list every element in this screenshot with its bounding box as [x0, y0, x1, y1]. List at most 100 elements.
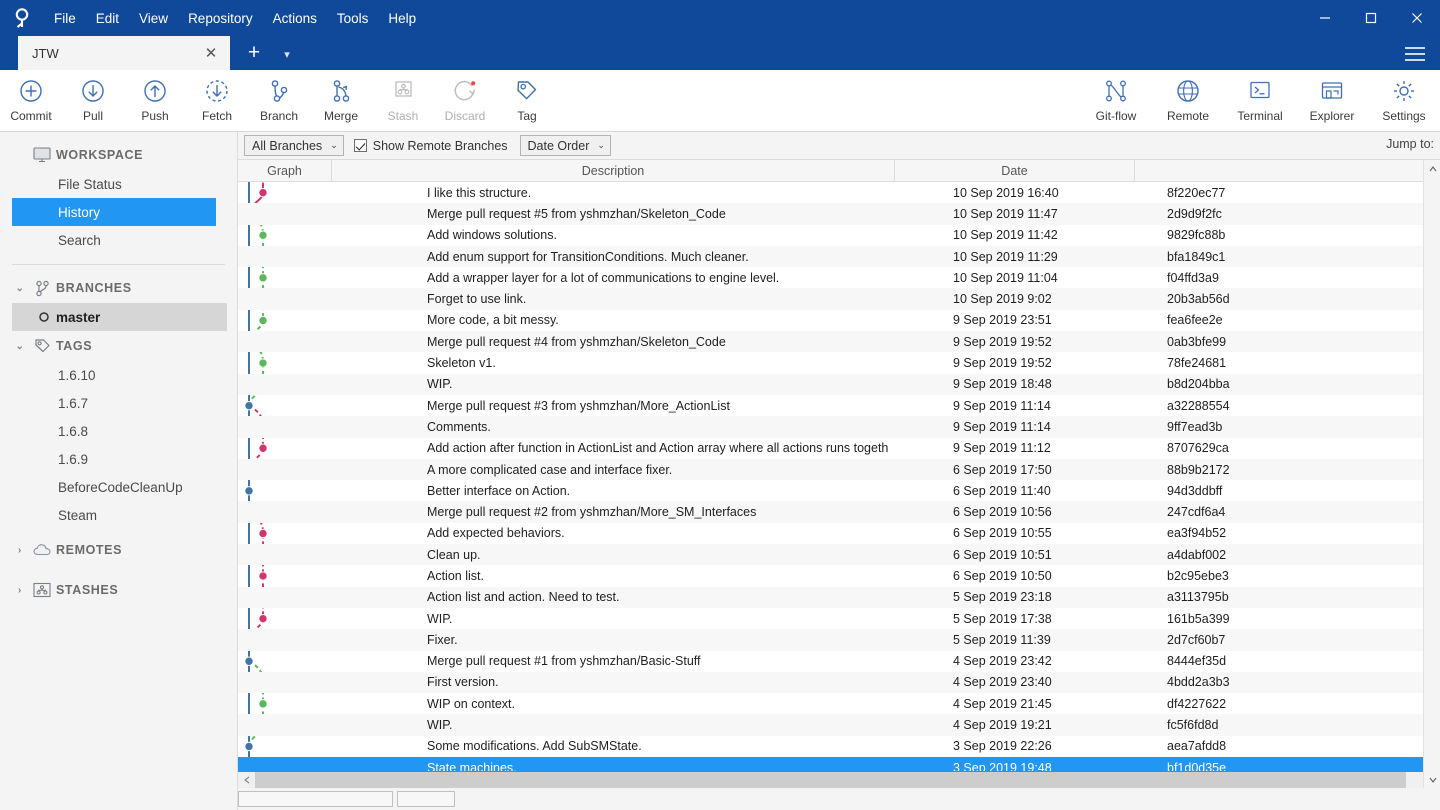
horizontal-scrollbar[interactable] [238, 771, 1423, 789]
table-row[interactable]: Merge pull request #4 from yshmzhan/Skel… [238, 331, 1423, 353]
sidebar-tag-item[interactable]: 1.6.7 [0, 389, 237, 417]
menu-actions[interactable]: Actions [263, 0, 327, 36]
toolbar-button-commit[interactable]: Commit [0, 70, 62, 130]
commit-date: 4 Sep 2019 19:21 [953, 718, 1052, 733]
table-row[interactable]: Add enum support for TransitionCondition… [238, 245, 1423, 268]
table-row[interactable]: More code, a bit messy. 9 Sep 2019 23:51 f… [238, 310, 1423, 331]
commit-graph-cell [238, 416, 332, 437]
toolbar-button-fetch[interactable]: Fetch [186, 70, 248, 130]
sidebar-item-file-status[interactable]: File Status [0, 170, 237, 198]
branch-filter-dropdown[interactable]: All Branches ⌄ [244, 135, 344, 156]
toolbar-button-terminal[interactable]: Terminal [1224, 70, 1296, 130]
vertical-scrollbar[interactable] [1423, 160, 1440, 788]
menu-edit[interactable]: Edit [86, 0, 129, 36]
chevron-right-icon[interactable]: › [12, 585, 28, 596]
table-row[interactable]: Merge pull request #3 from yshmzhan/More… [238, 395, 1423, 416]
commit-hash: 9ff7ead3b [1167, 419, 1223, 434]
sidebar-item-history[interactable]: History [12, 198, 216, 226]
show-remote-branches-checkbox[interactable]: Show Remote Branches [353, 139, 508, 153]
toolbar-button-git-flow[interactable]: Git-flow [1080, 70, 1152, 130]
sidebar-branch-master[interactable]: master [12, 303, 227, 331]
table-row[interactable]: First version. 4 Sep 2019 23:40 4bdd2a3b3 [238, 671, 1423, 694]
chevron-down-icon[interactable]: ⌄ [12, 283, 28, 294]
table-row[interactable]: Add windows solutions. 10 Sep 2019 11:42 9… [238, 225, 1423, 246]
maximize-button[interactable] [1348, 0, 1394, 36]
commit-date: 10 Sep 2019 9:02 [953, 292, 1052, 307]
scroll-up-arrow-icon[interactable] [1424, 160, 1440, 177]
table-row[interactable]: WIP. 5 Sep 2019 17:38 161b5a399 [238, 608, 1423, 629]
chevron-down-icon: ⌄ [597, 140, 605, 150]
sidebar-section-remotes[interactable]: › REMOTES [0, 535, 237, 565]
tab-jtw[interactable]: JTW ✕ [18, 36, 230, 70]
table-row[interactable]: I like this structure. 10 Sep 2019 16:40 8… [238, 182, 1423, 203]
sidebar-section-branches[interactable]: ⌄ BRANCHES [0, 273, 237, 303]
toolbar-button-merge[interactable]: Merge [310, 70, 372, 130]
scroll-down-arrow-icon[interactable] [1424, 771, 1440, 788]
column-header-date[interactable]: Date [895, 160, 1135, 182]
chevron-down-icon[interactable]: ⌄ [12, 341, 28, 352]
new-tab-button[interactable]: + [243, 42, 265, 65]
sidebar-tag-item[interactable]: Steam [0, 501, 237, 529]
tab-dropdown-icon[interactable]: ▾ [278, 48, 296, 62]
table-row[interactable]: Add action after function in ActionList … [238, 438, 1423, 459]
close-button[interactable] [1394, 0, 1440, 36]
toolbar-button-branch[interactable]: Branch [248, 70, 310, 130]
toolbar-button-remote[interactable]: Remote [1152, 70, 1224, 130]
bottom-panel-left[interactable] [238, 791, 393, 807]
toolbar-button-tag[interactable]: Tag [496, 70, 558, 130]
table-row[interactable]: Action list. 6 Sep 2019 10:50 b2c95ebe3 [238, 565, 1423, 586]
table-row[interactable]: Forget to use link. 10 Sep 2019 9:02 20b3a… [238, 288, 1423, 310]
sidebar-section-workspace[interactable]: WORKSPACE [0, 140, 237, 170]
table-row[interactable]: WIP. 9 Sep 2019 18:48 b8d204bba [238, 373, 1423, 395]
table-row[interactable]: Merge pull request #5 from yshmzhan/Skel… [238, 203, 1423, 225]
table-row[interactable]: Action list and action. Need to test. 5 S… [238, 586, 1423, 608]
bottom-panel-right[interactable] [397, 791, 455, 807]
table-row[interactable]: Some modifications. Add SubSMState. 3 Sep… [238, 736, 1423, 757]
column-header-graph[interactable]: Graph [238, 160, 332, 182]
table-row[interactable]: Better interface on Action. 6 Sep 2019 11… [238, 480, 1423, 501]
table-row[interactable]: Fixer. 5 Sep 2019 11:39 2d7cf60b7 [238, 629, 1423, 651]
menu-repository[interactable]: Repository [178, 0, 263, 36]
table-row[interactable]: Comments. 9 Sep 2019 11:14 9ff7ead3b [238, 416, 1423, 438]
table-row[interactable]: Skeleton v1. 9 Sep 2019 19:52 78fe24681 [238, 352, 1423, 373]
sidebar-tag-item[interactable]: 1.6.9 [0, 445, 237, 473]
menu-help[interactable]: Help [378, 0, 426, 36]
commit-graph-cell [238, 182, 332, 203]
table-row[interactable]: Add expected behaviors. 6 Sep 2019 10:55 e… [238, 523, 1423, 544]
hamburger-menu-icon[interactable] [1402, 44, 1428, 64]
column-header-hash[interactable] [1135, 160, 1440, 182]
globe-icon [1175, 76, 1201, 106]
toolbar-button-explorer[interactable]: Explorer [1296, 70, 1368, 130]
chevron-right-icon[interactable]: › [12, 545, 28, 556]
commit-graph-cell [238, 672, 332, 693]
tab-close-icon[interactable]: ✕ [202, 44, 220, 62]
sidebar-section-tags[interactable]: ⌄ TAGS [0, 331, 237, 361]
sidebar-tag-item[interactable]: 1.6.8 [0, 417, 237, 445]
table-row[interactable]: Merge pull request #1 from yshmzhan/Basi… [238, 651, 1423, 672]
table-row[interactable]: A more complicated case and interface fi… [238, 458, 1423, 481]
menu-tools[interactable]: Tools [327, 0, 379, 36]
commit-date: 5 Sep 2019 17:38 [953, 611, 1052, 626]
table-row[interactable]: Merge pull request #2 from yshmzhan/More… [238, 501, 1423, 523]
table-row[interactable]: WIP. 4 Sep 2019 19:21 fc5f6fd8d [238, 714, 1423, 736]
table-row[interactable]: Add a wrapper layer for a lot of communi… [238, 267, 1423, 288]
toolbar-button-pull[interactable]: Pull [62, 70, 124, 130]
menu-file[interactable]: File [44, 0, 86, 36]
commit-hash: ea3f94b52 [1167, 526, 1227, 541]
commit-plus-circle-icon [18, 76, 44, 106]
sidebar-tag-item[interactable]: BeforeCodeCleanUp [0, 473, 237, 501]
sidebar-item-search[interactable]: Search [0, 226, 237, 254]
sidebar-section-stashes[interactable]: › STASHES [0, 575, 237, 605]
order-dropdown[interactable]: Date Order ⌄ [519, 135, 611, 156]
commit-hash: 88b9b2172 [1167, 462, 1230, 477]
sidebar-tag-item[interactable]: 1.6.10 [0, 361, 237, 389]
toolbar-button-push[interactable]: Push [124, 70, 186, 130]
toolbar-button-settings[interactable]: Settings [1368, 70, 1440, 130]
table-row[interactable]: Clean up. 6 Sep 2019 10:51 a4dabf002 [238, 544, 1423, 566]
menu-view[interactable]: View [129, 0, 178, 36]
minimize-button[interactable] [1302, 0, 1348, 36]
column-header-description[interactable]: Description [332, 160, 895, 182]
scroll-left-arrow-icon[interactable] [238, 772, 255, 789]
table-row[interactable]: WIP on context. 4 Sep 2019 21:45 df4227622 [238, 693, 1423, 714]
horizontal-scroll-thumb[interactable] [255, 771, 1406, 789]
